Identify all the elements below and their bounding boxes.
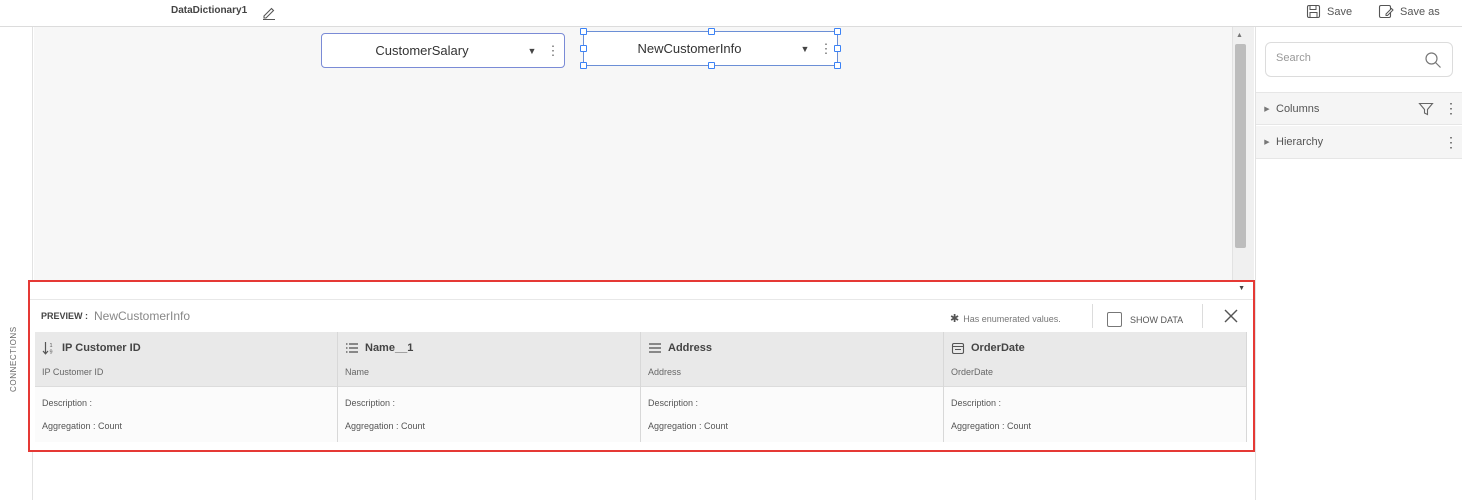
resize-handle-right[interactable] <box>834 45 841 52</box>
diagram-canvas[interactable]: CustomerSalary ▼ ⋮ NewCustomerInfo ▼ ⋮ <box>34 27 1232 282</box>
column-card-header: 1 9 IP Customer ID IP Customer ID <box>35 332 337 387</box>
save-button[interactable]: Save <box>1306 4 1352 19</box>
resize-handle-top-center[interactable] <box>708 28 715 35</box>
caret-down-icon[interactable]: ▼ <box>522 46 542 56</box>
column-description: Description : <box>648 398 699 408</box>
filter-icon[interactable] <box>1418 102 1434 116</box>
enumerated-values-note: ✱ Has enumerated values. <box>950 312 1061 325</box>
save-icon <box>1306 4 1321 19</box>
kebab-menu-icon[interactable]: ⋮ <box>1440 134 1462 151</box>
hierarchy-section[interactable]: ▶ Hierarchy ⋮ <box>1256 126 1462 159</box>
preview-panel: ▼ PREVIEW : NewCustomerInfo ✱ Has enumer… <box>28 280 1255 452</box>
scroll-up-arrow-icon[interactable]: ▲ <box>1236 32 1243 39</box>
document-title: DataDictionary1 <box>171 5 248 16</box>
collapse-arrow-icon[interactable]: ▼ <box>1238 285 1245 292</box>
show-data-toggle[interactable]: SHOW DATA <box>1107 312 1183 327</box>
resize-handle-left[interactable] <box>580 45 587 52</box>
scrollbar-thumb[interactable] <box>1235 44 1246 248</box>
table-node-label: CustomerSalary <box>375 43 469 58</box>
column-description: Description : <box>951 398 1002 408</box>
svg-text:9: 9 <box>50 350 53 356</box>
column-card-header: Address Address <box>641 332 943 387</box>
connections-label[interactable]: CONNECTIONS <box>9 326 18 392</box>
divider <box>1092 304 1093 328</box>
right-panel: ▶ Columns ⋮ ▶ Hierarchy ⋮ <box>1255 27 1462 500</box>
save-as-icon <box>1378 4 1394 19</box>
column-aggregation: Aggregation : Count <box>42 421 123 431</box>
table-node-customer-salary[interactable]: CustomerSalary ▼ ⋮ <box>321 33 565 68</box>
column-card[interactable]: Address Address Description : Aggregatio… <box>641 332 944 442</box>
column-name: Address <box>668 342 713 354</box>
resize-handle-bottom-center[interactable] <box>708 62 715 69</box>
column-card[interactable]: Name__1 Name Description : Aggregation :… <box>338 332 641 442</box>
preview-columns: 1 9 IP Customer ID IP Customer ID Descri… <box>35 332 1247 442</box>
caret-right-icon[interactable]: ▶ <box>1258 138 1276 146</box>
list-icon <box>346 343 358 353</box>
show-data-checkbox[interactable] <box>1107 312 1122 327</box>
resize-handle-top-left[interactable] <box>580 28 587 35</box>
column-name: Name__1 <box>365 342 414 354</box>
save-label: Save <box>1327 5 1353 18</box>
columns-section-label: Columns <box>1276 102 1320 115</box>
save-as-button[interactable]: Save as <box>1378 4 1440 19</box>
column-subtitle: Address <box>648 367 682 377</box>
kebab-menu-icon[interactable]: ⋮ <box>1440 100 1462 117</box>
column-card[interactable]: OrderDate OrderDate Description : Aggreg… <box>944 332 1247 442</box>
column-card-header: Name__1 Name <box>338 332 640 387</box>
hierarchy-section-label: Hierarchy <box>1276 136 1324 148</box>
close-icon[interactable] <box>1223 308 1239 324</box>
table-node-label: NewCustomerInfo <box>637 41 742 56</box>
search-box[interactable] <box>1265 42 1453 77</box>
svg-text:1: 1 <box>50 343 53 349</box>
search-input[interactable] <box>1276 52 1416 64</box>
preview-table-name: NewCustomerInfo <box>94 309 191 323</box>
asterisk-icon: ✱ <box>950 313 960 325</box>
resize-handle-bottom-right[interactable] <box>834 62 841 69</box>
column-subtitle: OrderDate <box>951 367 994 377</box>
resize-handle-bottom-left[interactable] <box>580 62 587 69</box>
list-icon <box>649 343 661 353</box>
resize-handle-top-right[interactable] <box>834 28 841 35</box>
column-description: Description : <box>345 398 396 408</box>
sort-numeric-icon: 1 9 <box>42 342 53 356</box>
columns-section[interactable]: ▶ Columns ⋮ <box>1256 92 1462 125</box>
calendar-icon <box>951 342 965 355</box>
show-data-label: SHOW DATA <box>1130 314 1184 325</box>
column-card-header: OrderDate OrderDate <box>944 332 1246 387</box>
column-aggregation: Aggregation : Count <box>648 421 729 431</box>
kebab-menu-icon[interactable]: ⋮ <box>542 43 564 59</box>
column-aggregation: Aggregation : Count <box>345 421 426 431</box>
preview-label: PREVIEW : <box>41 311 89 321</box>
preview-header: PREVIEW : NewCustomerInfo ✱ Has enumerat… <box>30 299 1253 331</box>
save-as-label: Save as <box>1400 5 1440 18</box>
column-name: IP Customer ID <box>62 342 141 354</box>
enumerated-values-label: Has enumerated values. <box>963 313 1061 324</box>
search-icon[interactable] <box>1424 51 1442 69</box>
column-name: OrderDate <box>971 342 1025 354</box>
column-card[interactable]: 1 9 IP Customer ID IP Customer ID Descri… <box>35 332 338 442</box>
table-node-new-customer-info[interactable]: NewCustomerInfo ▼ ⋮ <box>580 28 841 69</box>
pencil-icon[interactable] <box>262 4 276 20</box>
column-subtitle: Name <box>345 367 370 377</box>
column-aggregation: Aggregation : Count <box>951 421 1032 431</box>
divider <box>1202 304 1203 328</box>
column-description: Description : <box>42 398 93 408</box>
caret-down-icon[interactable]: ▼ <box>795 44 815 54</box>
top-bar: DataDictionary1 Save Save as <box>0 0 1462 27</box>
caret-right-icon[interactable]: ▶ <box>1258 105 1276 113</box>
column-subtitle: IP Customer ID <box>42 367 104 377</box>
